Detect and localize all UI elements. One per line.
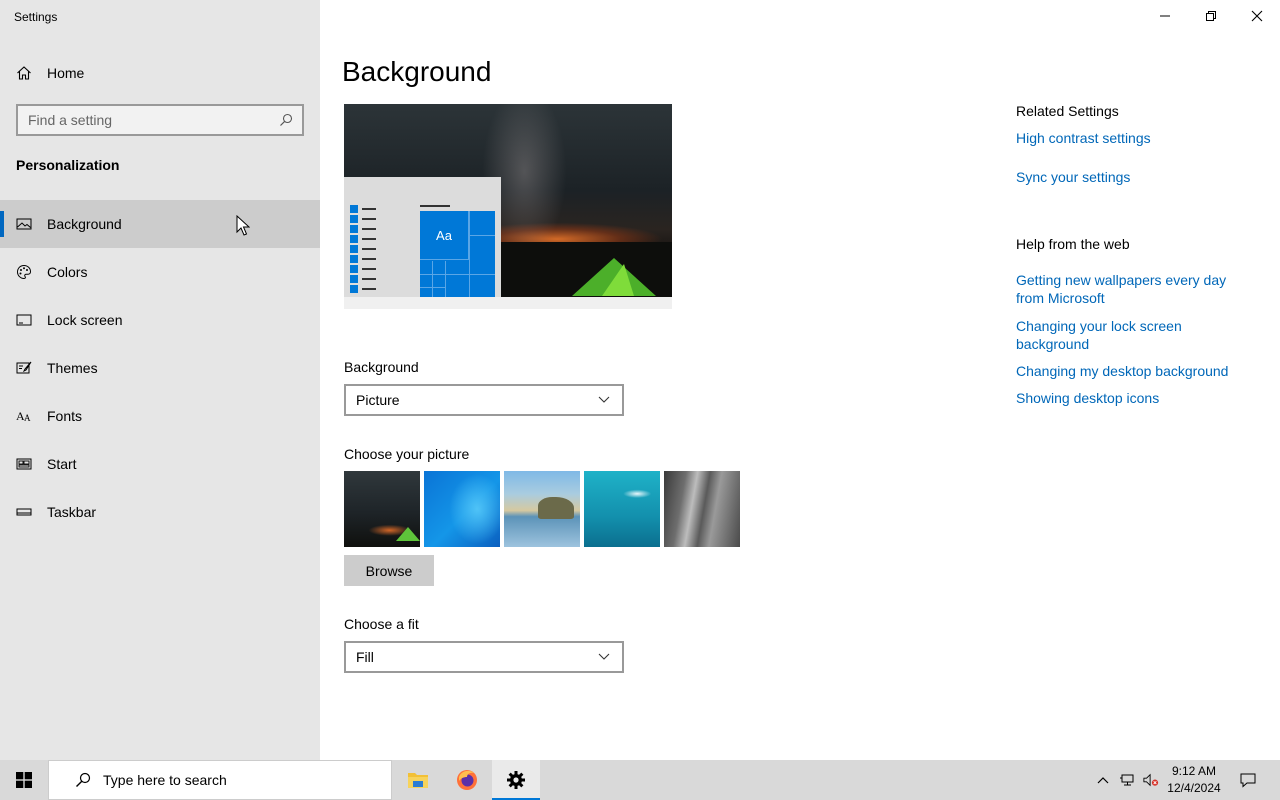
picture-thumbnail-rock[interactable] [664,471,740,547]
chevron-down-icon [596,649,612,665]
choose-fit-value: Fill [356,649,374,665]
desktop-icons-help-link[interactable]: Showing desktop icons [1016,389,1246,407]
taskbar-search-placeholder: Type here to search [103,772,227,788]
preview-app-list [350,204,380,294]
settings-taskbar-button[interactable] [492,760,540,800]
picture-thumbnail-beach[interactable] [504,471,580,547]
choose-picture-label: Choose your picture [344,446,470,462]
lock-screen-help-link[interactable]: Changing your lock screen background [1016,317,1246,353]
find-setting-input[interactable] [28,112,278,128]
lock-screen-icon [16,312,32,328]
home-label: Home [47,65,85,81]
firefox-button[interactable] [443,760,491,800]
sidebar-item-background[interactable]: Background [0,200,320,248]
window-controls [1142,0,1280,32]
related-settings-heading: Related Settings [1016,103,1119,119]
sidebar-item-lock-screen[interactable]: Lock screen [0,296,320,344]
search-icon[interactable] [278,112,294,128]
network-button[interactable] [1116,760,1138,800]
choose-fit-dropdown[interactable]: Fill [344,641,624,673]
background-type-label: Background [344,359,419,375]
preview-sample-text: Aa [420,211,469,260]
volume-muted-icon [1143,772,1159,788]
action-center-button[interactable] [1232,760,1264,800]
main-content: Background Aa Background Picture Choose … [320,0,1280,760]
choose-fit-label: Choose a fit [344,616,419,632]
sidebar-item-taskbar[interactable]: Taskbar [0,488,320,536]
preview-tiles: Aa [420,211,495,297]
close-icon [1249,8,1265,24]
picture-thumbnail-windows-blue[interactable] [424,471,500,547]
sidebar-item-label: Fonts [47,408,83,424]
close-button[interactable] [1234,0,1280,32]
svg-text:A: A [24,413,31,423]
clock-date: 12/4/2024 [1167,781,1221,795]
home-icon [16,65,32,81]
sidebar-item-label: Themes [47,360,98,376]
browse-button[interactable]: Browse [344,555,434,586]
picture-thumbnails [344,471,744,547]
chevron-up-icon [1095,772,1111,788]
preview-start-menu: Aa [344,177,501,297]
desktop-preview: Aa [344,104,672,309]
gear-icon [506,770,526,790]
palette-icon [16,264,32,280]
sidebar-item-label: Start [47,456,77,472]
network-icon [1119,772,1135,788]
taskbar-icon [16,504,32,520]
sidebar: Settings Home Personalization Background… [0,0,320,760]
picture-thumbnail-tent[interactable] [344,471,420,547]
background-type-value: Picture [356,392,400,408]
notifications-icon [1240,772,1256,788]
sidebar-item-label: Colors [47,264,88,280]
sidebar-item-label: Lock screen [47,312,123,328]
high-contrast-settings-link[interactable]: High contrast settings [1016,129,1246,147]
sidebar-item-start[interactable]: Start [0,440,320,488]
mouse-cursor-icon [236,214,251,242]
taskbar-search-box[interactable]: Type here to search [48,760,392,800]
taskbar-clock[interactable]: 9:12 AM 12/4/2024 [1160,763,1228,797]
start-icon [16,456,32,472]
wallpapers-help-link[interactable]: Getting new wallpapers every day from Mi… [1016,271,1246,307]
desktop-background-help-link[interactable]: Changing my desktop background [1016,362,1246,380]
clock-time: 9:12 AM [1171,764,1217,778]
restore-button[interactable] [1188,0,1234,32]
show-hidden-icons-button[interactable] [1092,760,1114,800]
home-button[interactable]: Home [0,57,320,89]
file-explorer-button[interactable] [394,760,442,800]
preview-tent-highlight [602,264,634,296]
section-title: Personalization [16,157,120,173]
sidebar-item-colors[interactable]: Colors [0,248,320,296]
volume-button[interactable] [1140,760,1162,800]
windows-logo-icon [16,772,32,788]
nav-list: Background Colors Lock screen Themes AA … [0,200,320,536]
page-title: Background [342,56,492,87]
app-title: Settings [14,10,58,24]
sync-settings-link[interactable]: Sync your settings [1016,168,1246,186]
sidebar-item-label: Background [47,216,122,232]
minimize-icon [1157,8,1173,24]
firefox-icon [455,768,479,792]
picture-thumbnail-underwater[interactable] [584,471,660,547]
sidebar-item-fonts[interactable]: AA Fonts [0,392,320,440]
background-type-dropdown[interactable]: Picture [344,384,624,416]
start-button[interactable] [0,760,48,800]
help-from-web-heading: Help from the web [1016,236,1130,252]
restore-icon [1203,8,1219,24]
sidebar-item-label: Taskbar [47,504,97,520]
minimize-button[interactable] [1142,0,1188,32]
picture-icon [16,216,32,232]
sidebar-item-themes[interactable]: Themes [0,344,320,392]
find-setting-search-box[interactable] [16,104,304,136]
search-icon [75,772,91,788]
taskbar: Type here to search 9:12 AM 12/4/2024 [0,760,1280,800]
folder-icon [407,770,429,790]
fonts-icon: AA [16,408,32,424]
chevron-down-icon [596,392,612,408]
themes-icon [16,360,32,376]
